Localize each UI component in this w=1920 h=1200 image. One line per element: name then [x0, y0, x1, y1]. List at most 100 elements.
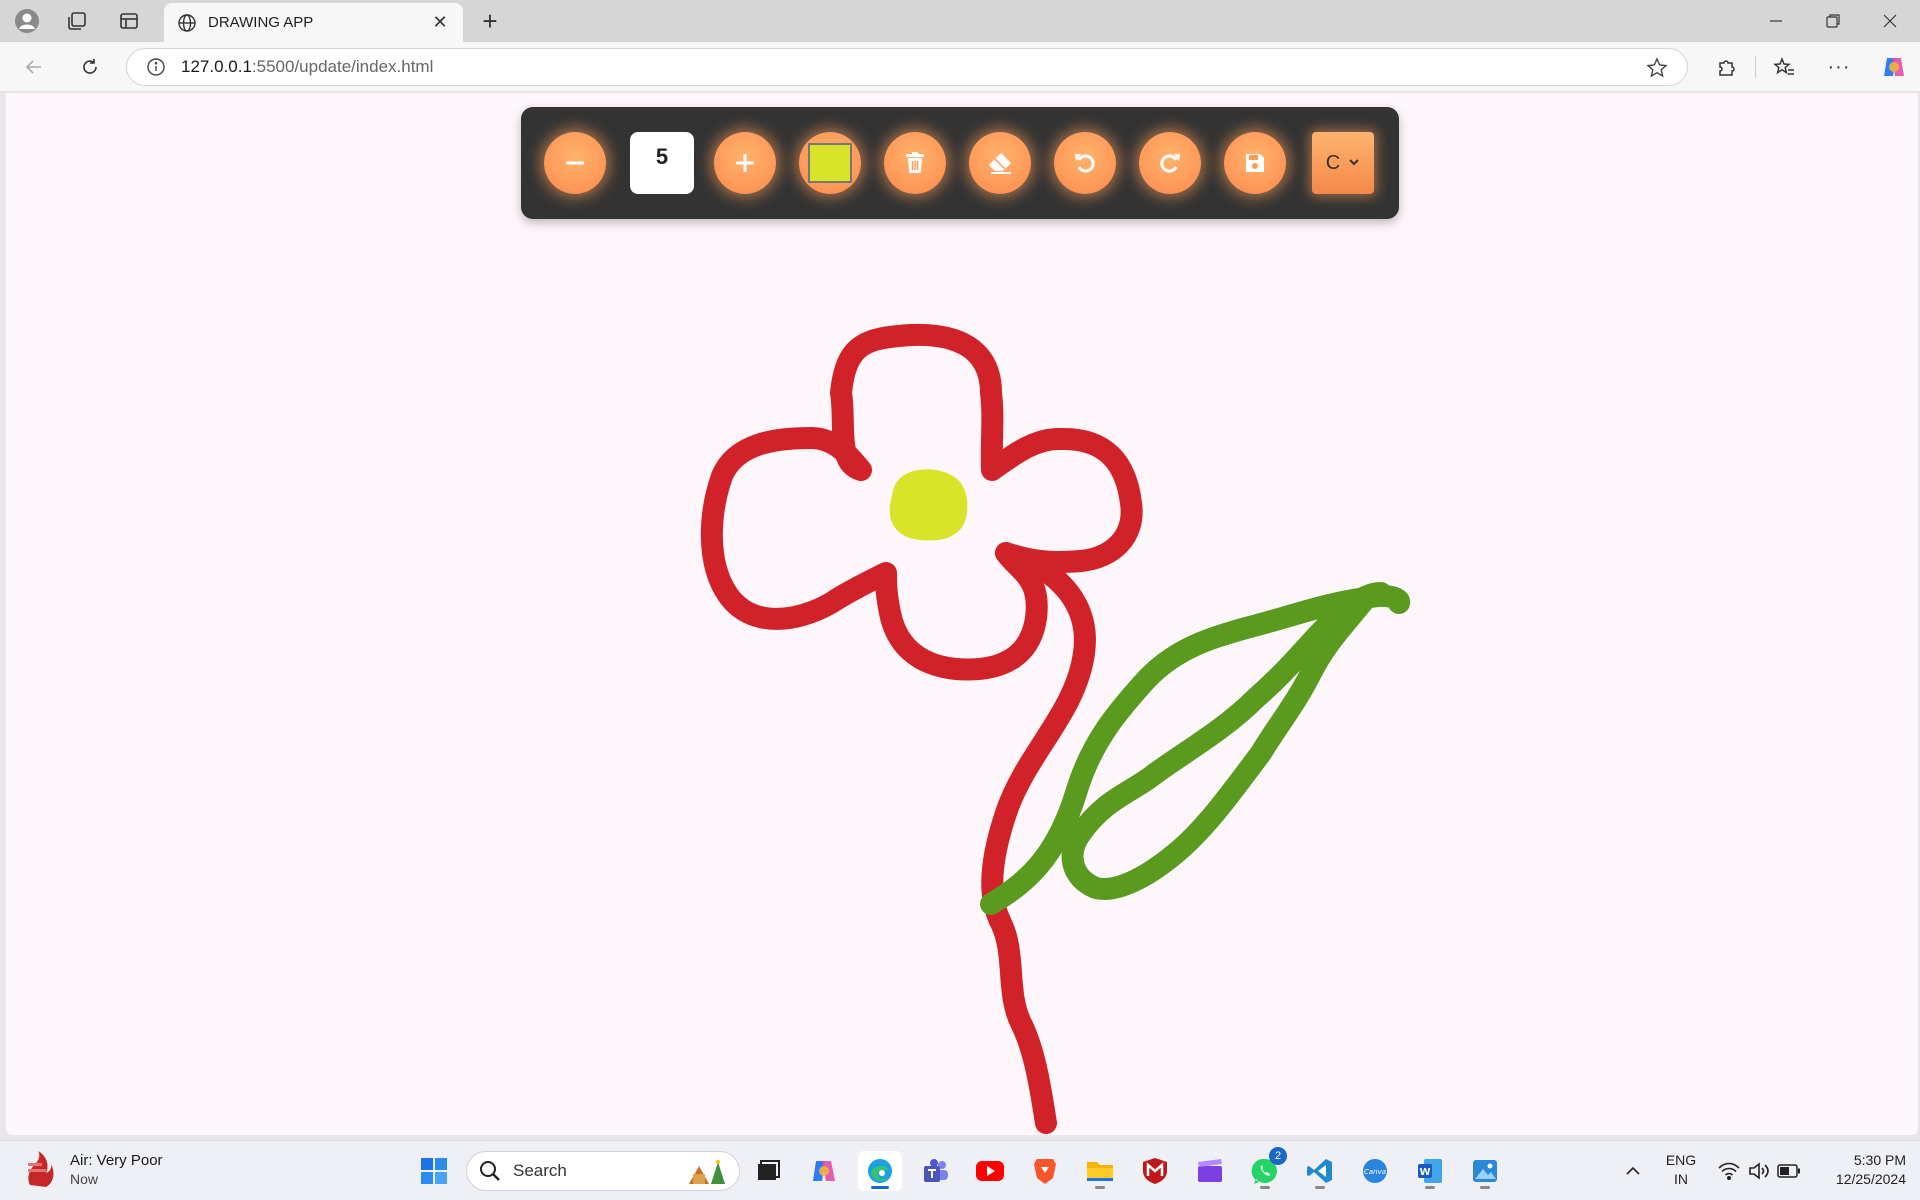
weather-title: Air: Very Poor: [70, 1151, 163, 1169]
close-tab-icon[interactable]: ✕: [429, 12, 451, 33]
back-icon[interactable]: [16, 50, 52, 84]
clipchamp-icon: [1198, 1159, 1222, 1182]
running-indicator: [1095, 1186, 1105, 1189]
svg-text:W: W: [1419, 1167, 1430, 1178]
clock-date: 12/25/2024: [1835, 1171, 1906, 1187]
taskbar-app-photos[interactable]: [1463, 1151, 1507, 1191]
lang-line-1: ENG: [1665, 1152, 1697, 1168]
drawing-page: 5 C: [6, 93, 1918, 1135]
taskbar-app-vscode[interactable]: [1298, 1151, 1342, 1191]
browser-tab[interactable]: DRAWING APP ✕: [164, 3, 463, 42]
taskbar-app-brave[interactable]: [1023, 1151, 1067, 1191]
address-bar[interactable]: 127.0.0.1:5500/update/index.html: [126, 48, 1688, 86]
tool-select-value: C: [1325, 151, 1341, 174]
save-button[interactable]: [1224, 132, 1286, 194]
toolbar-divider: [1755, 56, 1756, 78]
new-tab-button[interactable]: +: [472, 6, 508, 36]
brave-icon: [1034, 1159, 1056, 1184]
weather-widget[interactable]: Air: Very Poor Now: [22, 1149, 163, 1189]
teams-icon: [924, 1159, 948, 1182]
svg-text:Canva: Canva: [1364, 1168, 1386, 1176]
browser-tab-strip: DRAWING APP ✕ +: [0, 0, 1920, 42]
youtube-icon: [976, 1161, 1004, 1181]
site-info-icon[interactable]: [145, 56, 167, 78]
refresh-icon[interactable]: [72, 50, 108, 84]
lang-line-2: IN: [1674, 1171, 1688, 1187]
taskbar-app-mcafee[interactable]: [1133, 1151, 1177, 1191]
show-hidden-icons-chevron-up-icon[interactable]: [1618, 1151, 1648, 1191]
redo-button[interactable]: [1139, 132, 1201, 194]
copilot-app-icon: [813, 1161, 835, 1181]
url-host: 127.0.0.1: [181, 57, 252, 76]
windows-taskbar: Air: Very Poor Now Search 2 Canva W ENG …: [0, 1140, 1920, 1200]
taskbar-search[interactable]: Search: [466, 1151, 740, 1191]
brush-size-display: 5: [630, 132, 694, 194]
more-options-icon[interactable]: ···: [1819, 50, 1859, 84]
floppy-disk-icon: [1246, 154, 1264, 172]
plus-icon: [736, 154, 754, 172]
language-indicator[interactable]: ENG IN: [1660, 1151, 1702, 1189]
decrease-size-button[interactable]: [544, 132, 606, 194]
edge-icon: [868, 1159, 892, 1183]
workspaces-icon[interactable]: [56, 6, 98, 36]
chevron-down-icon: [1348, 156, 1360, 170]
clock-time: 5:30 PM: [1853, 1152, 1906, 1168]
canva-icon: Canva: [1363, 1159, 1387, 1183]
taskbar-app-edge[interactable]: [858, 1151, 902, 1191]
minus-icon: [566, 161, 584, 165]
active-indicator: [871, 1186, 889, 1189]
drawing-toolbar: 5 C: [521, 107, 1399, 219]
mcafee-shield-icon: [1143, 1158, 1167, 1184]
notification-badge: 2: [1269, 1147, 1287, 1165]
url-path: :5500/update/index.html: [251, 57, 434, 76]
undo-button[interactable]: [1054, 132, 1116, 194]
tool-select-dropdown[interactable]: C: [1312, 132, 1374, 194]
folder-icon: [1087, 1162, 1113, 1181]
taskbar-app-canva[interactable]: Canva: [1353, 1151, 1397, 1191]
color-picker-button[interactable]: [799, 132, 861, 194]
battery-icon[interactable]: [1774, 1151, 1804, 1191]
weather-subtitle: Now: [70, 1170, 99, 1187]
tab-actions-icon[interactable]: [108, 6, 150, 36]
photos-icon: [1473, 1160, 1497, 1182]
color-swatch: [808, 143, 852, 183]
word-icon: W: [1418, 1159, 1442, 1183]
favorites-icon[interactable]: [1764, 50, 1804, 84]
task-view-icon: [758, 1160, 780, 1180]
eraser-icon: [989, 153, 1011, 174]
clear-canvas-button[interactable]: [884, 132, 946, 194]
copilot-icon[interactable]: [1874, 50, 1914, 84]
taskbar-app-file-explorer[interactable]: [1078, 1151, 1122, 1191]
vscode-icon: [1307, 1159, 1332, 1183]
restore-icon[interactable]: [1805, 0, 1861, 42]
redo-icon: [1160, 154, 1180, 173]
windows-logo-icon: [421, 1158, 447, 1184]
close-window-icon[interactable]: [1862, 0, 1918, 42]
search-placeholder: Search: [513, 1161, 567, 1180]
search-icon: [480, 1161, 500, 1181]
profile-icon[interactable]: [6, 6, 48, 36]
taskbar-app-taskview[interactable]: [746, 1151, 790, 1191]
drawing-canvas[interactable]: [6, 93, 1918, 1135]
taskbar-app-clipchamp[interactable]: [1188, 1151, 1232, 1191]
taskbar-app-teams[interactable]: [913, 1151, 957, 1191]
clock[interactable]: 5:30 PM 12/25/2024: [1810, 1151, 1906, 1189]
start-button[interactable]: [412, 1151, 456, 1191]
trash-icon: [906, 152, 924, 173]
taskbar-app-youtube[interactable]: [968, 1151, 1012, 1191]
extensions-icon[interactable]: [1706, 50, 1746, 84]
minimize-icon[interactable]: [1748, 0, 1804, 42]
taskbar-app-copilot[interactable]: [802, 1151, 846, 1191]
taskbar-app-word[interactable]: W: [1408, 1151, 1452, 1191]
running-indicator: [1315, 1186, 1325, 1189]
favorite-star-icon[interactable]: [1645, 56, 1669, 80]
taskbar-app-whatsapp[interactable]: 2: [1243, 1147, 1287, 1191]
tab-title: DRAWING APP: [208, 14, 314, 31]
volume-icon[interactable]: [1744, 1151, 1774, 1191]
running-indicator: [1260, 1186, 1270, 1189]
wifi-icon[interactable]: [1714, 1151, 1744, 1191]
eraser-button[interactable]: [969, 132, 1031, 194]
globe-icon: [176, 12, 198, 34]
increase-size-button[interactable]: [714, 132, 776, 194]
search-highlight-icon: [689, 1160, 725, 1184]
